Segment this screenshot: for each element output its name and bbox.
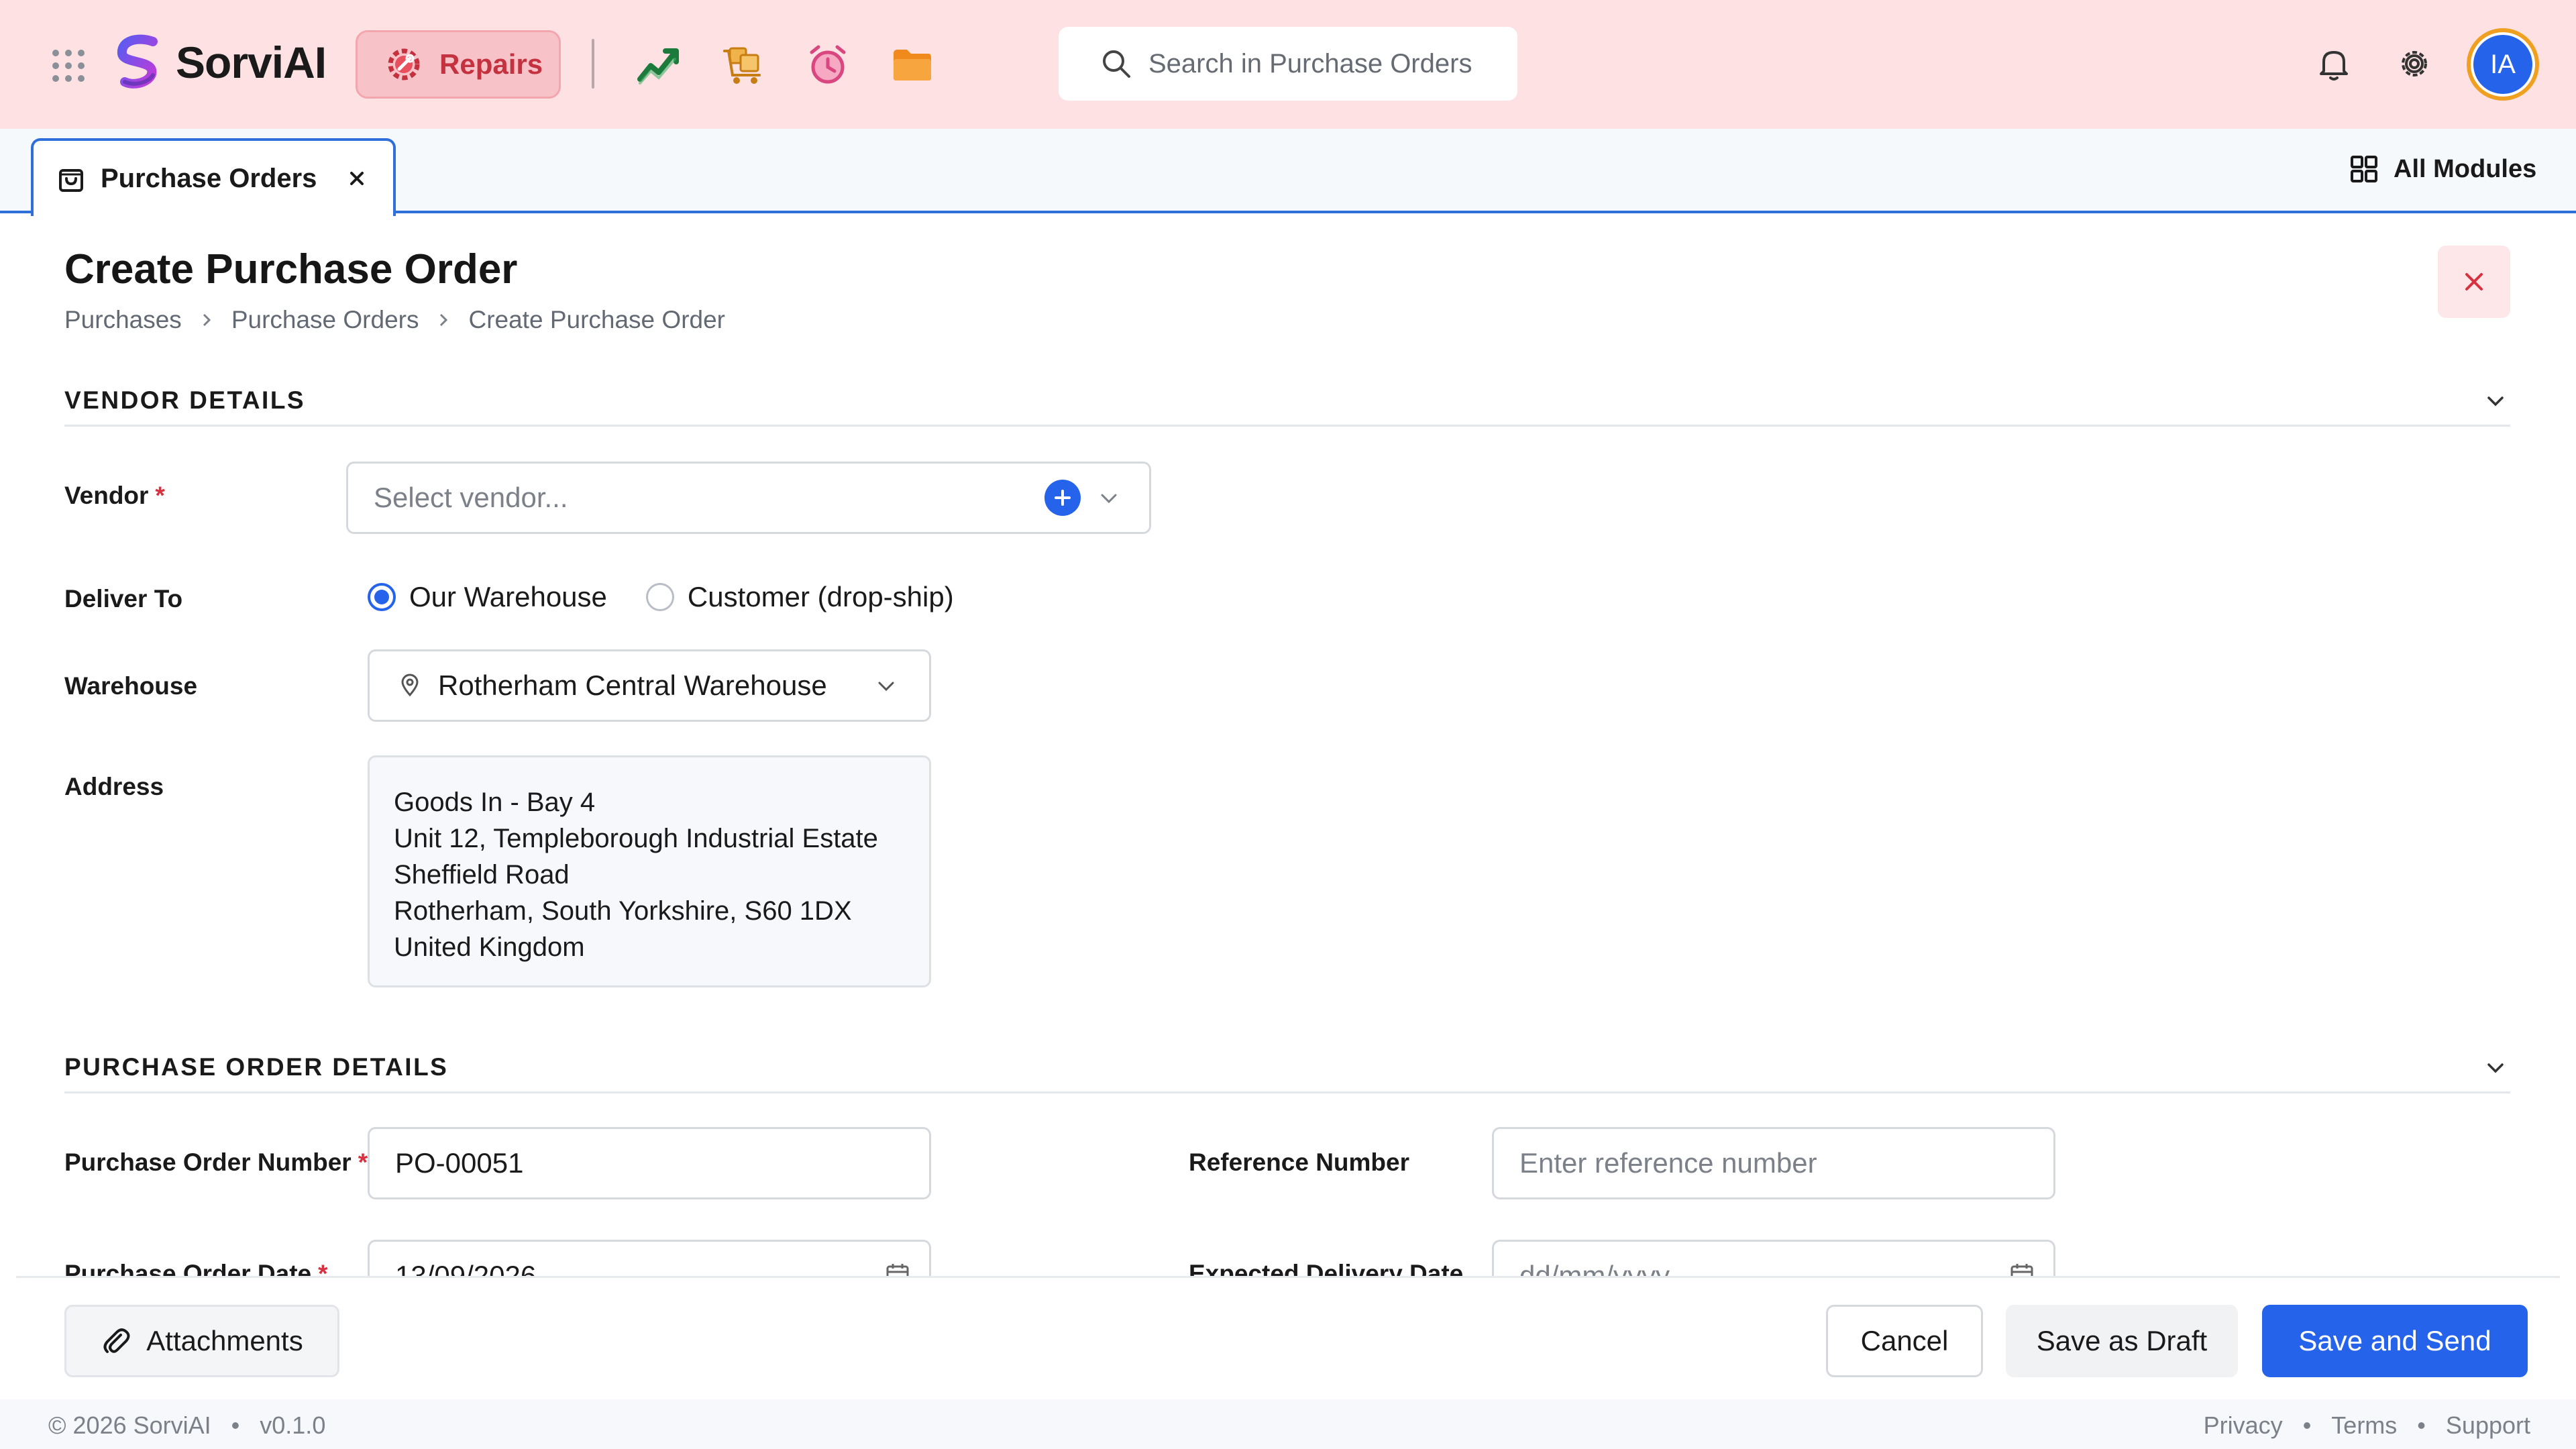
po-number-field[interactable]: PO-00051 (368, 1127, 931, 1199)
save-draft-button[interactable]: Save as Draft (2006, 1305, 2238, 1377)
shopping-bag-icon (59, 169, 83, 192)
attachments-button[interactable]: Attachments (64, 1305, 339, 1377)
all-modules-button[interactable]: All Modules (2349, 154, 2536, 184)
address-line: Unit 12, Templeborough Industrial Estate (394, 824, 878, 853)
breadcrumb-purchases[interactable]: Purchases (64, 306, 182, 334)
repairs-module-button[interactable]: Repairs (356, 30, 561, 99)
reference-number-label: Reference Number (1189, 1148, 1410, 1176)
po-details-header[interactable]: PURCHASE ORDER DETAILS (64, 1053, 2510, 1093)
apps-grid-icon[interactable] (51, 48, 86, 83)
deliver-to-label: Deliver To (64, 585, 183, 612)
section-title: VENDOR DETAILS (64, 386, 306, 414)
vendor-label: Vendor * (64, 482, 165, 510)
save-and-send-button[interactable]: Save and Send (2262, 1305, 2528, 1377)
form-action-bar: Attachments Cancel Save as Draft Save an… (16, 1276, 2560, 1399)
brand-logo[interactable]: SorviAI (111, 34, 327, 91)
repairs-label: Repairs (439, 48, 543, 80)
search-placeholder: Search in Purchase Orders (1148, 48, 1472, 78)
search-icon (1103, 50, 1130, 78)
breadcrumb-purchase-orders[interactable]: Purchase Orders (231, 306, 419, 334)
breadcrumb: Purchases Purchase Orders Create Purchas… (64, 306, 725, 334)
plus-icon (1055, 490, 1071, 506)
warehouse-value: Rotherham Central Warehouse (438, 669, 827, 701)
radio-button[interactable] (645, 583, 674, 611)
terms-link[interactable]: Terms (2331, 1411, 2397, 1440)
reference-number-field[interactable]: Enter reference number (1492, 1127, 2055, 1199)
radio-label: Our Warehouse (409, 581, 607, 612)
vendor-label-text: Vendor (64, 482, 149, 509)
tab-purchase-orders[interactable]: Purchase Orders (31, 138, 396, 216)
boxes-cart-icon[interactable] (720, 42, 766, 87)
page-title: Create Purchase Order (64, 246, 518, 292)
logo-mark-icon (117, 34, 158, 89)
avatar[interactable]: IA (2467, 28, 2539, 101)
tab-bar: Purchase Orders All Modules (0, 129, 2576, 216)
paperclip-icon (103, 1328, 130, 1353)
address-line: Rotherham, South Yorkshire, S60 1DX (394, 896, 852, 926)
address-display: Goods In - Bay 4 Unit 12, Templeborough … (368, 755, 931, 987)
footer-separator: • (2417, 1411, 2426, 1439)
bell-icon[interactable] (2314, 44, 2353, 83)
gear-icon[interactable] (2395, 44, 2434, 83)
footer-separator: • (231, 1411, 240, 1439)
top-bar: SorviAI Repairs Search in Purchase Order… (0, 0, 2576, 129)
close-icon (2465, 273, 2483, 290)
add-vendor-button[interactable] (1044, 480, 1081, 516)
toolbar-divider (592, 39, 594, 89)
avatar-initials: IA (2471, 32, 2535, 97)
brand-name: SorviAI (176, 38, 327, 87)
vendor-select[interactable]: Select vendor... (346, 462, 1151, 534)
close-page-button[interactable] (2438, 246, 2510, 318)
section-title: PURCHASE ORDER DETAILS (64, 1053, 449, 1081)
radio-our-warehouse[interactable]: Our Warehouse (368, 581, 607, 613)
chevron-down-icon[interactable] (1097, 486, 1121, 511)
po-number-value: PO-00051 (395, 1147, 524, 1179)
address-label: Address (64, 773, 164, 800)
vendor-details-header[interactable]: VENDOR DETAILS (64, 386, 2510, 427)
map-pin-icon (401, 674, 419, 697)
copyright-text: © 2026 SorviAI (48, 1411, 211, 1439)
trend-up-icon[interactable] (636, 42, 682, 87)
deliver-to-radio-group: Our Warehouse Customer (drop-ship) (368, 581, 993, 613)
radio-button-checked[interactable] (368, 583, 396, 611)
gear-wrench-icon (388, 48, 420, 80)
close-icon[interactable] (343, 165, 370, 192)
privacy-link[interactable]: Privacy (2204, 1411, 2283, 1440)
warehouse-select[interactable]: Rotherham Central Warehouse (368, 649, 931, 722)
po-number-label: Purchase Order Number * (64, 1148, 368, 1177)
po-number-label-text: Purchase Order Number (64, 1148, 352, 1176)
chevron-right-icon (436, 313, 451, 327)
version-text: v0.1.0 (260, 1411, 326, 1439)
footer-links: Privacy • Terms • Support (2204, 1411, 2530, 1440)
chevron-right-icon (199, 313, 214, 327)
search-bar[interactable]: Search in Purchase Orders (1059, 27, 1517, 101)
address-line: Sheffield Road (394, 860, 570, 890)
footer-meta: © 2026 SorviAI • v0.1.0 (48, 1411, 325, 1440)
folder-icon[interactable] (890, 42, 935, 87)
breadcrumb-current: Create Purchase Order (468, 306, 725, 333)
all-modules-label: All Modules (2394, 154, 2537, 183)
page-footer: © 2026 SorviAI • v0.1.0 Privacy • Terms … (0, 1399, 2576, 1449)
grid-icon (2351, 156, 2377, 182)
chevron-down-icon (2487, 1063, 2504, 1073)
vendor-placeholder: Select vendor... (374, 482, 568, 513)
tab-label: Purchase Orders (101, 163, 317, 193)
attachments-label: Attachments (146, 1325, 303, 1356)
address-line: Goods In - Bay 4 (394, 788, 596, 817)
footer-separator: • (2302, 1411, 2312, 1439)
cancel-button[interactable]: Cancel (1826, 1305, 1983, 1377)
warehouse-label: Warehouse (64, 672, 198, 700)
chevron-down-icon (2487, 396, 2504, 407)
required-marker: * (358, 1148, 368, 1176)
reference-placeholder: Enter reference number (1519, 1147, 1817, 1179)
support-link[interactable]: Support (2446, 1411, 2530, 1440)
radio-label: Customer (drop-ship) (687, 581, 954, 612)
alarm-clock-icon[interactable] (805, 42, 851, 87)
chevron-down-icon (878, 682, 894, 692)
address-line: United Kingdom (394, 932, 585, 962)
required-marker: * (155, 482, 165, 509)
radio-customer-drop-ship[interactable]: Customer (drop-ship) (645, 581, 954, 613)
